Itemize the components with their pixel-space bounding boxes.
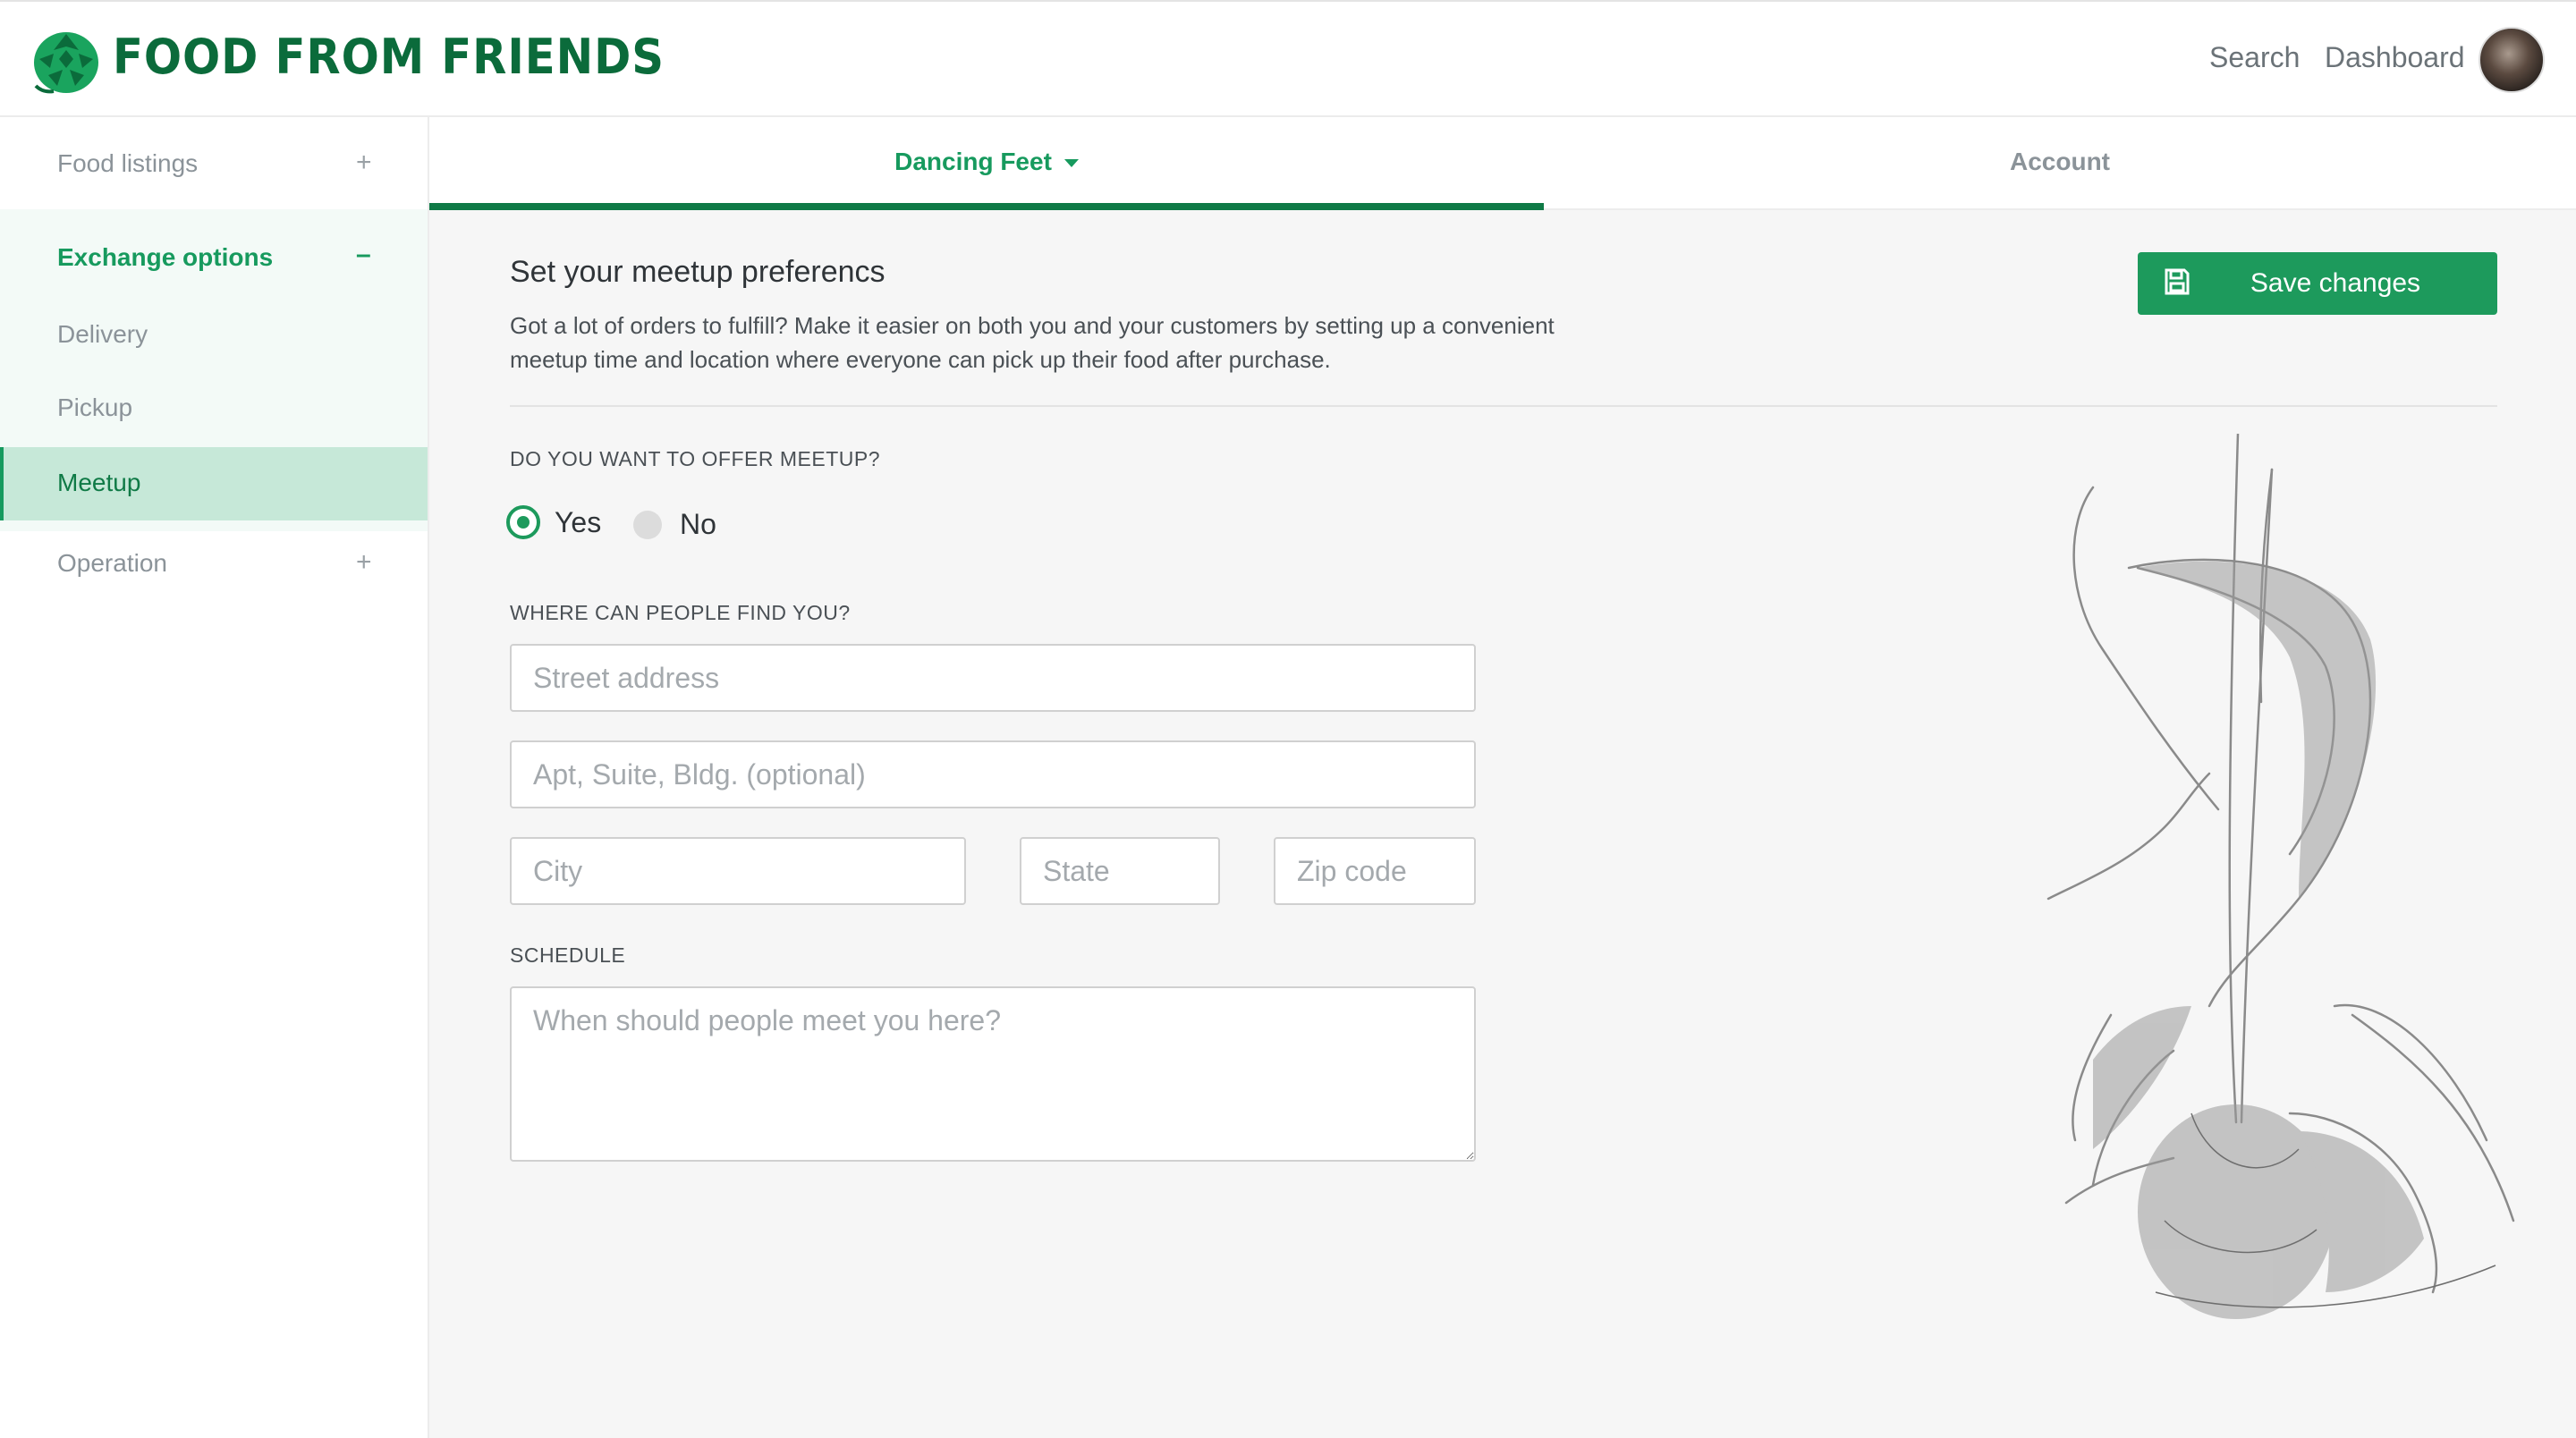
expand-plus-icon[interactable]: + — [356, 148, 372, 178]
sidebar-item-label: Meetup — [57, 469, 141, 496]
nav-dashboard-link[interactable]: Dashboard — [2325, 41, 2465, 74]
expand-plus-icon[interactable]: + — [356, 547, 372, 578]
offer-meetup-label: DO YOU WANT TO OFFER MEETUP? — [510, 447, 880, 470]
sidebar-item-exchange-options[interactable]: Exchange options – — [0, 209, 428, 299]
user-avatar[interactable] — [2479, 27, 2545, 93]
save-changes-button[interactable]: Save changes — [2138, 252, 2497, 315]
tab-dancing-feet[interactable]: Dancing Feet — [429, 117, 1544, 210]
sidebar-item-label: Delivery — [57, 320, 148, 348]
sidebar-item-label: Operation — [57, 549, 167, 577]
sidebar-item-operation[interactable]: Operation + — [0, 531, 428, 612]
tab-label: Dancing Feet — [894, 148, 1052, 175]
zip-code-input[interactable] — [1274, 837, 1476, 905]
apt-suite-input[interactable] — [510, 740, 1476, 808]
dropdown-caret-icon — [1063, 159, 1079, 168]
schedule-label: SCHEDULE — [510, 943, 626, 967]
divider — [510, 405, 2497, 407]
street-address-input[interactable] — [510, 644, 1476, 712]
collapse-minus-icon[interactable]: – — [356, 240, 371, 270]
schedule-textarea[interactable] — [510, 986, 1476, 1162]
tab-bar: Dancing Feet Account — [429, 117, 2576, 210]
sidebar-item-label: Food listings — [57, 149, 199, 177]
city-input[interactable] — [510, 837, 966, 905]
nav-search-link[interactable]: Search — [2209, 41, 2300, 74]
artichoke-logo-icon[interactable] — [27, 23, 106, 98]
sidebar-item-meetup[interactable]: Meetup — [0, 447, 428, 520]
radio-yes-label: Yes — [555, 505, 602, 538]
radio-checked-icon[interactable] — [506, 505, 540, 539]
artichoke-sketch-illustration — [2046, 434, 2515, 1319]
tab-label: Account — [2010, 148, 2110, 175]
sidebar-item-delivery[interactable]: Delivery — [0, 299, 428, 372]
tab-account[interactable]: Account — [1544, 117, 2576, 210]
sidebar: Food listings + Exchange options – Deliv… — [0, 117, 429, 1438]
radio-no-label: No — [680, 508, 716, 540]
page-title: Set your meetup preferencs — [510, 255, 886, 289]
radio-unchecked-icon[interactable] — [633, 510, 662, 539]
brand-name[interactable]: FOOD FROM FRIENDS — [113, 29, 665, 85]
sidebar-item-label: Exchange options — [57, 243, 274, 271]
radio-yes[interactable]: Yes — [506, 505, 601, 539]
sidebar-item-label: Pickup — [57, 393, 133, 421]
radio-no[interactable]: No — [633, 508, 716, 541]
main-content: Set your meetup preferencs Got a lot of … — [429, 210, 2576, 1438]
save-floppy-icon — [2165, 268, 2190, 295]
state-input[interactable] — [1020, 837, 1220, 905]
top-header: FOOD FROM FRIENDS Search Dashboard — [0, 0, 2576, 117]
location-label: WHERE CAN PEOPLE FIND YOU? — [510, 601, 851, 624]
sidebar-item-pickup[interactable]: Pickup — [0, 372, 428, 445]
sidebar-item-food-listings[interactable]: Food listings + — [0, 117, 428, 209]
save-changes-label: Save changes — [2250, 268, 2421, 298]
page-description: Got a lot of orders to fulfill? Make it … — [510, 312, 1555, 373]
